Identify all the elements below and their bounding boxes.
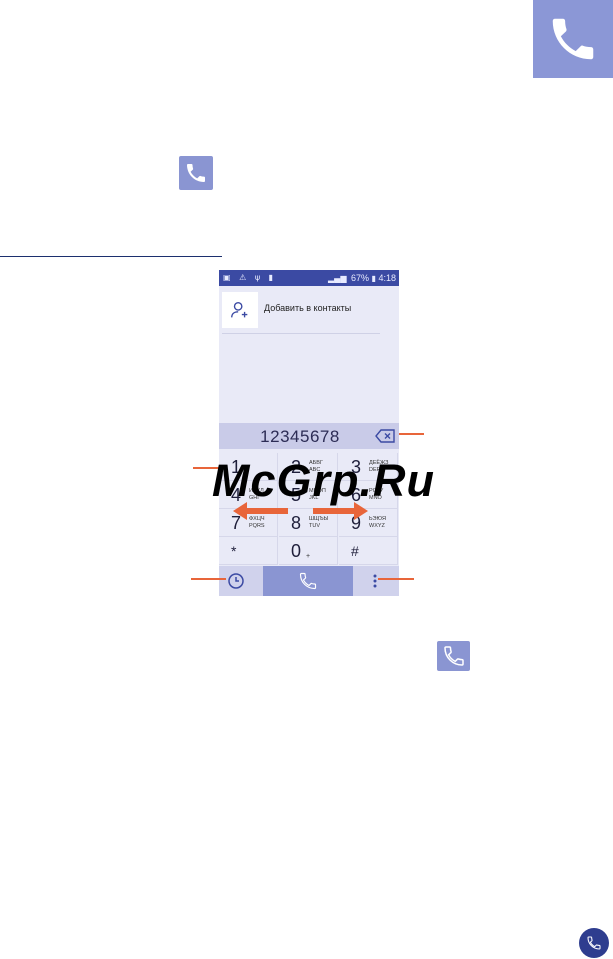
status-bar: ▣ ⚠ ψ ▮ ▂▄▆ 67% ▮ 4:18 <box>219 270 399 286</box>
phone-icon <box>299 572 317 590</box>
number-field[interactable]: 12345678 <box>219 423 399 449</box>
phone-icon <box>443 646 464 666</box>
dialed-number: 12345678 <box>260 427 340 446</box>
notification-icons: ▣ ⚠ ψ ▮ <box>223 273 277 282</box>
call-button[interactable] <box>263 566 353 596</box>
callout-history <box>191 578 226 580</box>
callout-menu <box>378 578 414 580</box>
key-0[interactable]: 0 + <box>279 537 338 565</box>
phone-icon <box>187 164 205 182</box>
key-plus: + <box>306 553 311 560</box>
corner-phone-icon <box>579 928 609 958</box>
phone-dialer-screen: ▣ ⚠ ψ ▮ ▂▄▆ 67% ▮ 4:18 Добавить в контак… <box>219 270 399 596</box>
header-phone-badge <box>533 0 613 78</box>
battery-percent: 67% <box>351 273 370 283</box>
clock: 4:18 <box>378 273 396 283</box>
inline-phone-icon-1 <box>179 156 213 190</box>
call-history-icon[interactable] <box>227 572 245 590</box>
add-person-icon <box>231 301 248 318</box>
status-right: ▂▄▆ 67% ▮ 4:18 <box>328 270 396 287</box>
more-options-icon[interactable] <box>371 573 379 589</box>
signal-icon: ▂▄▆ <box>328 274 347 283</box>
key-hash[interactable]: # <box>339 537 398 565</box>
key-star[interactable]: * <box>219 537 278 565</box>
backspace-icon[interactable] <box>375 429 395 443</box>
phone-icon <box>587 936 601 950</box>
watermark: McGrp.Ru <box>212 455 436 506</box>
phone-icon <box>552 18 594 60</box>
add-contact-avatar <box>222 292 258 328</box>
key-digit: # <box>351 543 359 559</box>
key-digit: 0 <box>291 541 302 561</box>
divider <box>222 333 380 334</box>
key-letters: ЬЭЮЯ WXYZ <box>369 516 387 529</box>
battery-icon: ▮ <box>371 274 376 283</box>
dialer-actions <box>219 566 399 596</box>
add-contact-label: Добавить в контакты <box>264 303 352 313</box>
key-digit: * <box>231 543 237 559</box>
inline-phone-icon-2 <box>437 641 470 671</box>
section-rule <box>0 256 222 257</box>
add-contact-row[interactable]: Добавить в контакты <box>222 292 396 328</box>
callout-backspace <box>399 433 424 435</box>
